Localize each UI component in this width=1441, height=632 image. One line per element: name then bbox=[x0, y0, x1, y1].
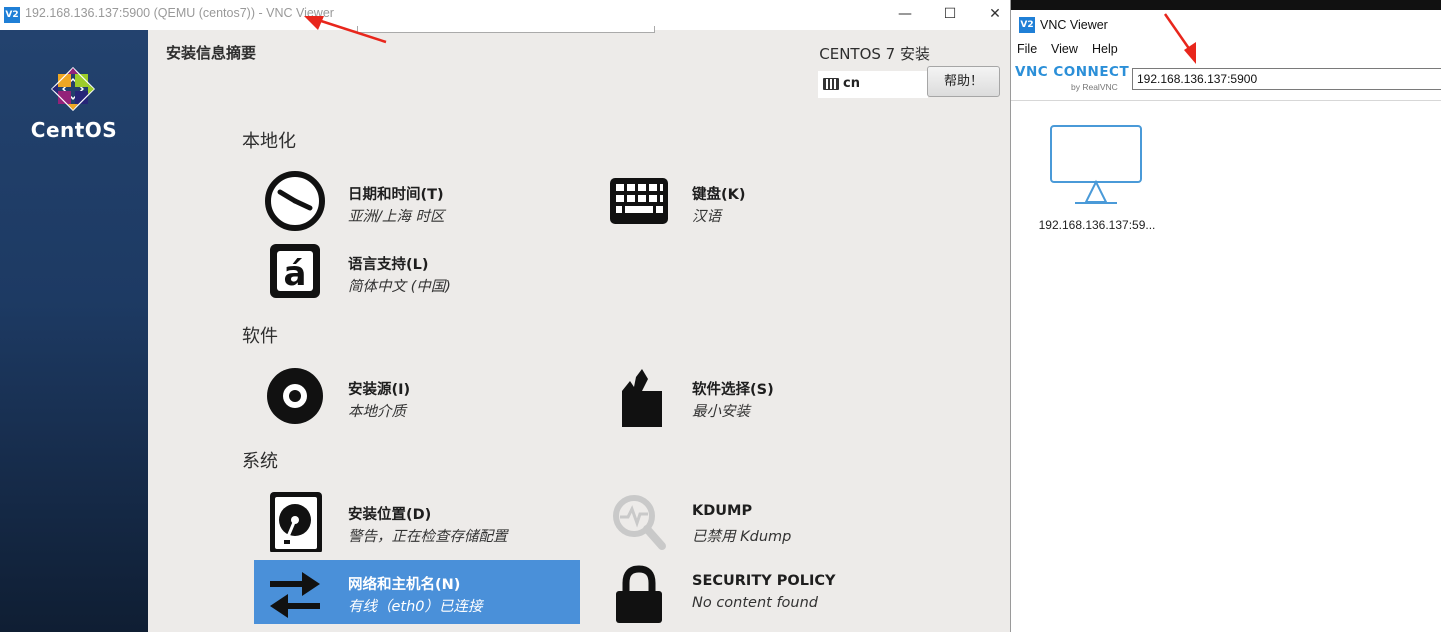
installation-summary-hub: 安装信息摘要 CENTOS 7 安装 cn 帮助！ 本地化 软件 系统 日期和时… bbox=[148, 30, 1010, 632]
spoke-network-status: 有线（eth0）已连接 bbox=[348, 599, 483, 615]
language-icon: á bbox=[270, 244, 320, 298]
connection-tile[interactable]: 192.168.136.137:59... bbox=[1033, 124, 1161, 239]
right-top-band bbox=[1011, 0, 1441, 10]
spoke-security-title: SECURITY POLICY bbox=[692, 573, 836, 589]
clock-icon bbox=[265, 171, 325, 231]
spoke-source-status: 本地介质 bbox=[348, 404, 406, 420]
spoke-datetime-title: 日期和时间(T) bbox=[348, 187, 444, 203]
spoke-destination-status: 警告，正在检查存储配置 bbox=[348, 529, 508, 545]
monitor-icon bbox=[1050, 125, 1142, 204]
spoke-keyboard-status: 汉语 bbox=[692, 209, 721, 225]
vnc-logo-subtext: by RealVNC bbox=[1071, 82, 1118, 92]
viewer-toolbar: VNC CONNECT by RealVNC bbox=[1011, 61, 1441, 101]
section-system: 系统 bbox=[242, 451, 278, 472]
keyboard-small-icon bbox=[823, 78, 839, 90]
spoke-kdump-status: 已禁用 Kdump bbox=[692, 529, 792, 545]
lock-icon bbox=[616, 565, 662, 623]
centos-brand-text: CentOS bbox=[30, 118, 118, 142]
spoke-network[interactable]: 网络和主机名(N) 有线（eth0）已连接 bbox=[254, 560, 580, 624]
spoke-keyboard-title: 键盘(K) bbox=[692, 187, 746, 203]
address-input[interactable] bbox=[1132, 68, 1441, 90]
keyboard-icon bbox=[610, 178, 668, 224]
disc-icon bbox=[267, 368, 323, 424]
centos-sidebar: CentOS bbox=[0, 30, 148, 632]
viewer-window-title: VNC Viewer bbox=[1040, 18, 1108, 32]
close-button[interactable]: ✕ bbox=[983, 4, 1007, 24]
annotation-arrow-icon bbox=[304, 16, 387, 44]
spoke-destination-title: 安装位置(D) bbox=[348, 507, 432, 523]
vnc-app-icon: V2 bbox=[1019, 17, 1035, 33]
spoke-language[interactable]: á 语言支持(L) 简体中文 (中国) bbox=[254, 237, 580, 301]
help-button[interactable]: 帮助！ bbox=[927, 66, 1000, 97]
harddisk-icon bbox=[270, 492, 322, 552]
menu-help[interactable]: Help bbox=[1092, 42, 1118, 56]
vnc-session-window: V2 192.168.136.137:5900 (QEMU (centos7))… bbox=[0, 0, 1010, 632]
window-title: 192.168.136.137:5900 (QEMU (centos7)) - … bbox=[25, 6, 334, 20]
spoke-datetime-status: 亚洲/上海 时区 bbox=[348, 209, 445, 225]
spoke-install-source[interactable]: 安装源(I) 本地介质 bbox=[254, 362, 580, 426]
menu-bar: File View Help bbox=[1011, 42, 1441, 60]
spoke-kdump[interactable]: KDUMP 已禁用 Kdump bbox=[598, 487, 924, 551]
network-arrows-icon bbox=[270, 572, 320, 618]
spoke-software-selection[interactable]: 软件选择(S) 最小安装 bbox=[598, 362, 924, 427]
section-localization: 本地化 bbox=[242, 131, 296, 152]
vnc-viewer-window: V2 VNC Viewer File View Help VNC CONNECT… bbox=[1010, 0, 1441, 632]
vnc-logo-text: VNC CONNECT bbox=[1015, 64, 1130, 80]
spoke-language-title: 语言支持(L) bbox=[348, 257, 429, 273]
connection-label: 192.168.136.137:59... bbox=[1038, 218, 1156, 232]
vnc-app-icon: V2 bbox=[4, 7, 20, 23]
magnifier-icon bbox=[613, 495, 666, 550]
annotation-arrow-icon bbox=[1163, 13, 1196, 64]
spoke-keyboard[interactable]: 键盘(K) 汉语 bbox=[598, 167, 924, 231]
menu-file[interactable]: File bbox=[1017, 42, 1037, 56]
vnc-connect-logo: VNC CONNECT by RealVNC bbox=[1015, 64, 1130, 92]
keyboard-layout-code: cn bbox=[843, 76, 860, 91]
centos-logo-icon bbox=[51, 67, 95, 111]
menu-view[interactable]: View bbox=[1051, 42, 1078, 56]
spoke-kdump-title: KDUMP bbox=[692, 503, 753, 519]
spoke-source-title: 安装源(I) bbox=[348, 382, 411, 398]
product-title: CENTOS 7 安装 bbox=[819, 45, 930, 63]
section-software: 软件 bbox=[242, 326, 278, 347]
package-icon bbox=[622, 369, 662, 427]
minimize-button[interactable]: — bbox=[893, 4, 917, 24]
maximize-button[interactable]: ☐ bbox=[938, 4, 962, 24]
spoke-language-status: 简体中文 (中国) bbox=[348, 279, 451, 295]
spoke-software-title: 软件选择(S) bbox=[692, 382, 774, 398]
keyboard-layout-indicator[interactable]: cn bbox=[818, 71, 928, 98]
spoke-security-status: No content found bbox=[692, 595, 819, 611]
spoke-network-title: 网络和主机名(N) bbox=[348, 577, 461, 593]
language-glyph: á bbox=[284, 254, 307, 294]
page-title: 安装信息摘要 bbox=[166, 44, 257, 62]
spoke-install-destination[interactable]: 安装位置(D) 警告，正在检查存储配置 bbox=[254, 487, 580, 552]
spoke-software-status: 最小安装 bbox=[692, 404, 750, 420]
spoke-security-policy[interactable]: SECURITY POLICY No content found bbox=[598, 560, 924, 624]
spoke-datetime[interactable]: 日期和时间(T) 亚洲/上海 时区 bbox=[254, 167, 580, 231]
